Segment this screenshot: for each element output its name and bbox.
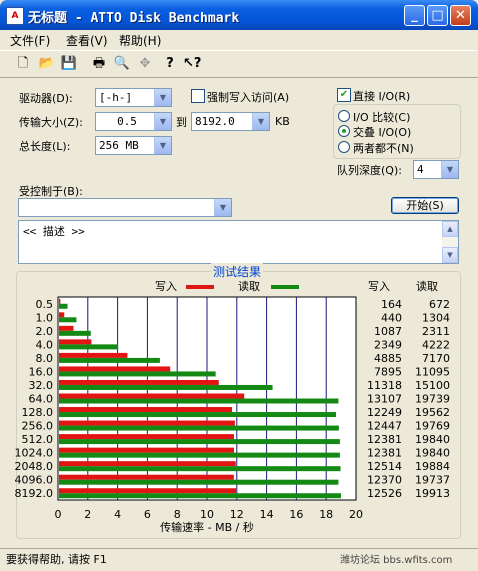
read-column-header: 读取: [416, 279, 438, 293]
read-bar: [59, 344, 119, 350]
chart-plot: 0 2 4 6 8 10 12 14 16 18 20传输速率 - MB / 秒0.51.02.04…: [15, 296, 363, 534]
y-tick-label: 8192.0: [15, 487, 54, 500]
write-value: 13107: [367, 393, 402, 406]
read-bar: [59, 425, 339, 431]
write-value: 1087: [374, 325, 402, 338]
write-bar: [59, 312, 65, 318]
read-bar: [59, 317, 77, 323]
x-tick-label: 14: [260, 508, 274, 521]
write-value: 12447: [367, 420, 402, 433]
write-value: 12249: [367, 406, 402, 419]
write-value: 164: [381, 298, 402, 311]
write-bar: [59, 461, 236, 467]
read-value: 1304: [422, 311, 450, 324]
write-value: 4885: [374, 352, 402, 365]
y-tick-label: 1024.0: [15, 447, 54, 460]
write-bar: [59, 474, 234, 480]
read-bar: [59, 412, 337, 418]
write-value: 12526: [367, 487, 402, 500]
write-bar: [59, 393, 245, 399]
read-bar: [59, 479, 339, 485]
write-value: 12381: [367, 433, 402, 446]
legend-read-label: 读取: [238, 279, 260, 293]
y-tick-label: 4096.0: [15, 474, 54, 487]
read-bar: [59, 330, 91, 336]
y-tick-label: 0.5: [36, 298, 54, 311]
write-value: 12514: [367, 460, 402, 473]
read-bar: [59, 398, 339, 404]
read-bar: [59, 384, 273, 390]
results-chart: 写入 读取 0 2 4 6 8 10 12 14 16 18 20 传输速率 - MB / 秒 0.51.…: [15, 279, 451, 534]
write-value: 11318: [367, 379, 402, 392]
write-bar: [59, 420, 235, 426]
read-bar: [59, 371, 216, 377]
write-value: 7895: [374, 365, 402, 378]
read-bar: [59, 493, 341, 499]
chart-values: 164 672 440 1304 1087 2311 2349 4222 4885 7170 789…: [367, 279, 450, 500]
y-tick-label: 2.0: [36, 325, 54, 338]
read-value: 19840: [415, 447, 450, 460]
read-value: 15100: [415, 379, 450, 392]
write-value: 440: [381, 311, 402, 324]
read-value: 19769: [415, 420, 450, 433]
legend-write-swatch: [186, 285, 214, 289]
write-value: 12370: [367, 474, 402, 487]
read-value: 672: [429, 298, 450, 311]
read-bar: [59, 452, 340, 458]
x-axis-label: 传输速率 - MB / 秒: [160, 520, 254, 534]
write-bar: [59, 447, 234, 453]
read-value: 2311: [422, 325, 450, 338]
write-value: 12381: [367, 447, 402, 460]
y-tick-label: 32.0: [29, 379, 54, 392]
write-bar: [59, 339, 92, 345]
x-tick-label: 16: [289, 508, 303, 521]
read-value: 7170: [422, 352, 450, 365]
read-value: 11095: [415, 365, 450, 378]
write-bar: [59, 488, 237, 494]
legend-write-label: 写入: [155, 280, 177, 293]
read-value: 19737: [415, 474, 450, 487]
x-tick-label: 12: [230, 508, 244, 521]
x-tick-label: 4: [114, 508, 121, 521]
y-tick-label: 1.0: [36, 311, 54, 324]
read-value: 19739: [415, 393, 450, 406]
status-text: 要获得帮助, 请按 F1: [6, 553, 107, 566]
read-value: 19840: [415, 433, 450, 446]
x-tick-label: 20: [349, 508, 363, 521]
y-tick-label: 128.0: [22, 406, 54, 419]
legend-read-swatch: [271, 285, 299, 289]
write-column-header: 写入: [368, 280, 390, 293]
x-tick-label: 2: [84, 508, 91, 521]
x-tick-label: 0: [55, 508, 62, 521]
write-bar: [59, 407, 233, 413]
write-bar: [59, 298, 61, 304]
y-tick-label: 16.0: [29, 365, 54, 378]
y-tick-label: 8.0: [36, 352, 54, 365]
write-bar: [59, 366, 171, 372]
x-tick-label: 8: [174, 508, 181, 521]
x-tick-label: 6: [144, 508, 151, 521]
read-bar: [59, 439, 340, 445]
read-bar: [59, 357, 160, 363]
y-tick-label: 2048.0: [15, 460, 54, 473]
y-tick-label: 256.0: [22, 420, 54, 433]
read-bar: [59, 466, 341, 472]
write-bar: [59, 325, 74, 331]
write-bar: [59, 352, 128, 358]
write-bar: [59, 379, 219, 385]
y-tick-label: 64.0: [29, 393, 54, 406]
read-bar: [59, 303, 68, 309]
x-tick-label: 18: [319, 508, 333, 521]
y-tick-label: 512.0: [22, 433, 54, 446]
write-value: 2349: [374, 338, 402, 351]
chart-legend: 写入 读取: [155, 279, 299, 293]
read-value: 19562: [415, 406, 450, 419]
read-value: 19913: [415, 487, 450, 500]
read-value: 19884: [415, 460, 450, 473]
y-tick-label: 4.0: [36, 338, 54, 351]
status-watermark: 潍坊论坛 bbs.wfits.com: [340, 555, 453, 566]
x-tick-label: 10: [200, 508, 214, 521]
read-value: 4222: [422, 338, 450, 351]
write-bar: [59, 434, 234, 440]
